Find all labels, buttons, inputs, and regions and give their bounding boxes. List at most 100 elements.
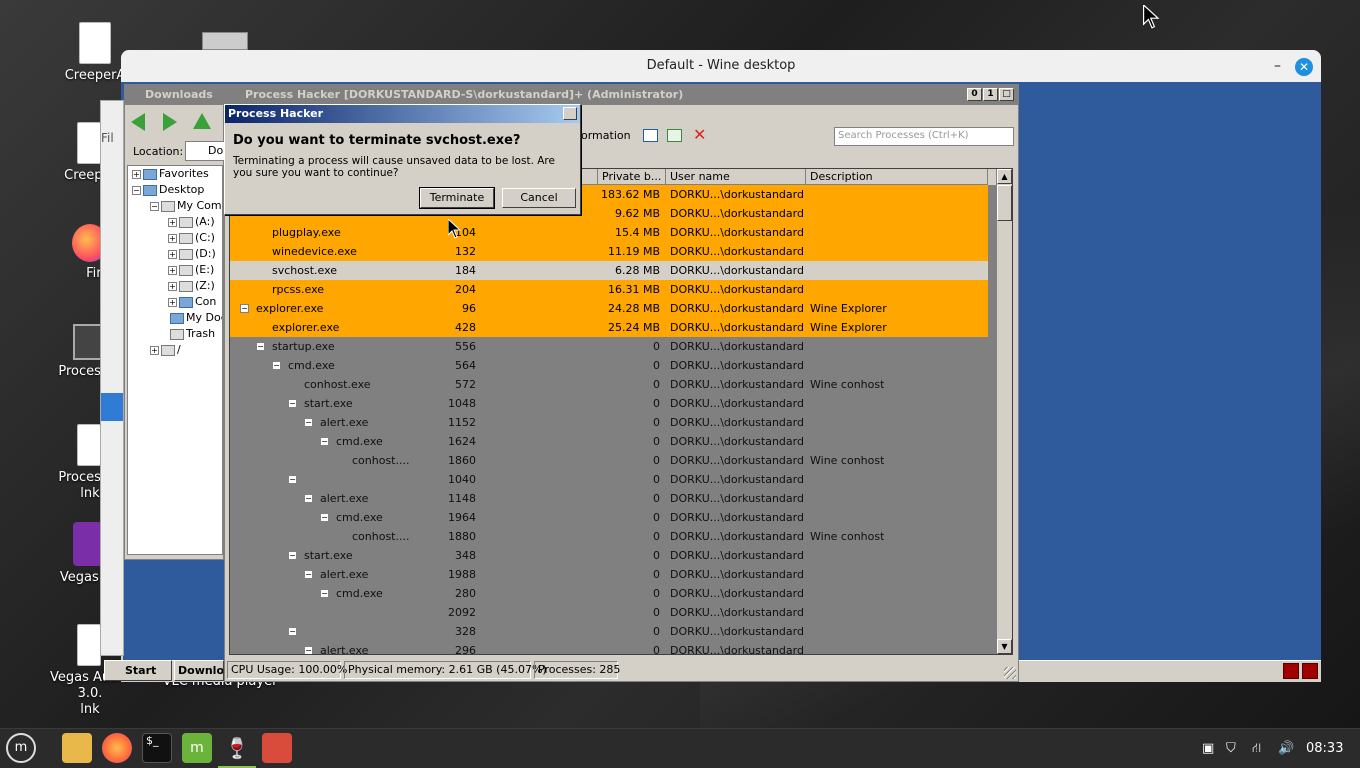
column-header-user-name[interactable]: User name bbox=[666, 169, 806, 185]
collapse-icon[interactable]: − bbox=[320, 437, 329, 446]
terminal-icon[interactable]: $_ bbox=[142, 733, 172, 763]
tree-item-favorites[interactable]: + Favorites bbox=[128, 166, 222, 182]
tree-item-trash[interactable]: Trash bbox=[128, 326, 222, 342]
stamp-icon[interactable] bbox=[262, 733, 292, 763]
firefox-icon[interactable] bbox=[102, 733, 132, 763]
scroll-thumb[interactable] bbox=[997, 185, 1012, 221]
table-row[interactable]: rpcss.exe 204 16.31 MB DORKU...\dorkustanda… bbox=[230, 280, 988, 299]
tree-item-root[interactable]: + / bbox=[128, 342, 222, 358]
scroll-down-icon[interactable]: ▼ bbox=[997, 639, 1012, 654]
column-header-private-bytes[interactable]: Private b... bbox=[598, 169, 666, 185]
tree-item-desktop[interactable]: − Desktop bbox=[128, 182, 222, 198]
collapse-icon[interactable]: − bbox=[304, 418, 313, 427]
expand-icon[interactable]: + bbox=[168, 297, 177, 307]
collapse-icon[interactable]: − bbox=[320, 513, 329, 522]
table-row[interactable]: − alert.exe 1148 0 DORKU...\dorkustandard bbox=[230, 489, 988, 508]
table-row[interactable]: − cmd.exe 1624 0 DORKU...\dorkustandard bbox=[230, 432, 988, 451]
maximize-button[interactable]: 1 bbox=[983, 88, 998, 101]
minimize-button[interactable]: – bbox=[1274, 50, 1281, 82]
collapse-icon[interactable]: − bbox=[256, 342, 265, 351]
mint-update-icon[interactable]: m bbox=[182, 733, 212, 763]
table-row[interactable]: − alert.exe 296 0 DORKU...\dorkustandard bbox=[230, 641, 988, 654]
table-row[interactable]: − startup.exe 556 0 DORKU...\dorkustandard bbox=[230, 337, 988, 356]
tray-icon[interactable] bbox=[1283, 663, 1299, 679]
table-row[interactable]: 2092 0 DORKU...\dorkustandard bbox=[230, 603, 988, 622]
shield-icon[interactable]: ⛉ bbox=[1226, 729, 1236, 768]
table-row[interactable]: − 328 0 DORKU...\dorkustandard bbox=[230, 622, 988, 641]
table-row[interactable]: conhost.... 1880 0 DORKU...\dorkustandard Wi… bbox=[230, 527, 988, 546]
collapse-icon[interactable]: − bbox=[272, 361, 281, 370]
expand-icon[interactable]: + bbox=[168, 265, 177, 275]
tray-icon[interactable] bbox=[1302, 663, 1318, 679]
clock[interactable]: 08:33 bbox=[1306, 729, 1343, 768]
folder-tree[interactable]: + Favorites − Desktop − My Com + (A:) + (C:) … bbox=[127, 165, 223, 555]
collapse-icon[interactable]: − bbox=[304, 494, 313, 503]
collapse-icon[interactable]: − bbox=[132, 185, 141, 195]
table-row[interactable]: conhost.... 1860 0 DORKU...\dorkustandard Wi… bbox=[230, 451, 988, 470]
expand-icon[interactable]: + bbox=[168, 217, 177, 227]
expand-icon[interactable]: + bbox=[132, 169, 141, 179]
wine-taskbar-downloads[interactable]: Downlo bbox=[174, 660, 224, 681]
system-information-button[interactable]: ormation bbox=[581, 129, 631, 142]
vertical-scrollbar[interactable]: ▲ ▼ bbox=[996, 169, 1012, 654]
find-icon[interactable] bbox=[667, 129, 682, 142]
process-hacker-title-bar[interactable]: Process Hacker [DORKUSTANDARD-S\dorkusta… bbox=[225, 85, 1018, 105]
table-row[interactable]: − cmd.exe 564 0 DORKU...\dorkustandard bbox=[230, 356, 988, 375]
table-row[interactable]: explorer.exe 428 25.24 MB DORKU...\dorkusta… bbox=[230, 318, 988, 337]
resize-grip-icon[interactable] bbox=[1004, 667, 1016, 679]
downloads-title-bar[interactable]: Downloads bbox=[125, 85, 223, 105]
table-row[interactable]: − explorer.exe 96 24.28 MB DORKU...\dorkusta… bbox=[230, 299, 988, 318]
collapse-icon[interactable]: − bbox=[288, 627, 297, 636]
column-header-description[interactable]: Description bbox=[806, 169, 988, 185]
collapse-icon[interactable]: − bbox=[320, 589, 329, 598]
terminate-button[interactable]: Terminate bbox=[419, 187, 495, 209]
wine-title-bar[interactable]: Default - Wine desktop – ✕ bbox=[121, 50, 1321, 82]
table-row[interactable]: − cmd.exe 1964 0 DORKU...\dorkustandard bbox=[230, 508, 988, 527]
tree-item-control[interactable]: + Con bbox=[128, 294, 222, 310]
downloads-window[interactable]: Downloads Location: Do + Favorites − Deskt… bbox=[124, 84, 225, 560]
network-icon[interactable]: ⛙ bbox=[1252, 729, 1261, 768]
wine-icon[interactable]: 🍷 bbox=[222, 733, 252, 763]
process-list[interactable]: ... Private b... User name Description 1… bbox=[229, 168, 1013, 655]
expand-icon[interactable]: + bbox=[150, 345, 159, 355]
expand-icon[interactable]: + bbox=[168, 233, 177, 243]
close-button[interactable]: ✕ bbox=[1295, 58, 1313, 76]
forward-button[interactable] bbox=[163, 113, 177, 131]
tree-item-drive-e[interactable]: + (E:) bbox=[128, 262, 222, 278]
table-row[interactable]: plugplay.exe 104 15.4 MB DORKU...\dorkustan… bbox=[230, 223, 988, 242]
table-row[interactable]: − alert.exe 1152 0 DORKU...\dorkustandard bbox=[230, 413, 988, 432]
table-row[interactable]: − alert.exe 1988 0 DORKU...\dorkustandard bbox=[230, 565, 988, 584]
printer-icon[interactable] bbox=[202, 32, 248, 50]
tree-item-drive-a[interactable]: + (A:) bbox=[128, 214, 222, 230]
table-row[interactable]: conhost.exe 572 0 DORKU...\dorkustandard Win… bbox=[230, 375, 988, 394]
up-button[interactable] bbox=[193, 113, 211, 129]
menu-icon[interactable]: m bbox=[6, 733, 36, 763]
back-button[interactable] bbox=[131, 113, 145, 131]
search-processes-input[interactable]: Search Processes (Ctrl+K) bbox=[834, 127, 1014, 146]
collapse-icon[interactable]: − bbox=[304, 646, 313, 654]
location-input[interactable]: Do bbox=[185, 141, 225, 161]
table-row[interactable]: − start.exe 348 0 DORKU...\dorkustandard bbox=[230, 546, 988, 565]
dialog-title-bar[interactable]: Process Hacker bbox=[225, 105, 580, 123]
terminate-icon[interactable]: ✕ bbox=[693, 125, 706, 144]
collapse-icon[interactable]: − bbox=[288, 399, 297, 408]
window-icon[interactable] bbox=[643, 129, 658, 142]
files-icon[interactable] bbox=[62, 733, 92, 763]
collapse-icon[interactable]: − bbox=[288, 475, 297, 484]
volume-icon[interactable]: 🔊 bbox=[1278, 729, 1294, 768]
tree-item-drive-c[interactable]: + (C:) bbox=[128, 230, 222, 246]
collapse-icon[interactable]: − bbox=[304, 570, 313, 579]
table-row[interactable]: svchost.exe 184 6.28 MB DORKU...\dorkustand… bbox=[230, 261, 988, 280]
tree-item-my-computer[interactable]: − My Com bbox=[128, 198, 222, 214]
wine-start-button[interactable]: Start bbox=[104, 660, 172, 681]
collapse-icon[interactable]: − bbox=[288, 551, 297, 560]
minimize-button[interactable]: 0 bbox=[967, 88, 982, 101]
collapse-icon[interactable]: − bbox=[150, 201, 159, 211]
notification-icon[interactable]: ▣ bbox=[1202, 729, 1214, 768]
table-row[interactable]: − start.exe 1048 0 DORKU...\dorkustandard bbox=[230, 394, 988, 413]
cancel-button[interactable]: Cancel bbox=[502, 188, 576, 208]
expand-icon[interactable]: + bbox=[168, 249, 177, 259]
tree-item-drive-z[interactable]: + (Z:) bbox=[128, 278, 222, 294]
table-row[interactable]: winedevice.exe 132 11.19 MB DORKU...\dorkus… bbox=[230, 242, 988, 261]
table-row[interactable]: − cmd.exe 280 0 DORKU...\dorkustandard bbox=[230, 584, 988, 603]
